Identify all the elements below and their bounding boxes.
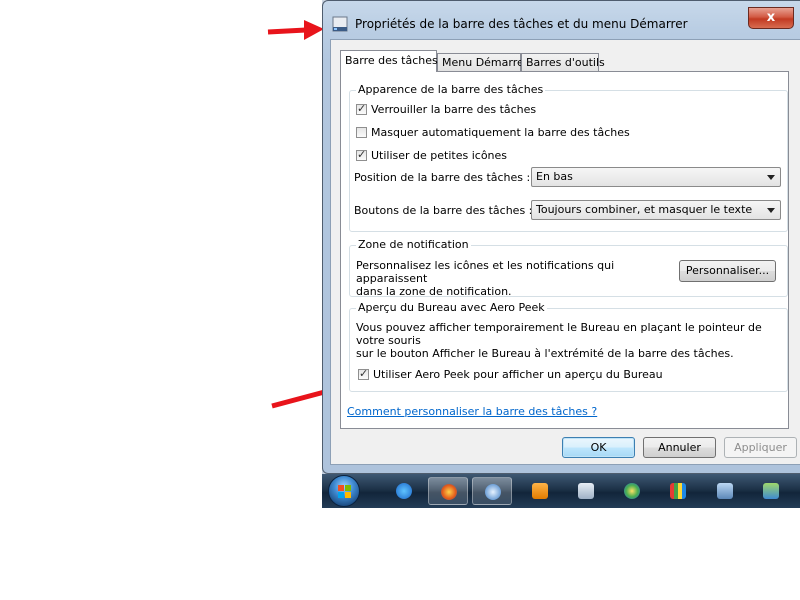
cancel-button[interactable]: Annuler [643,437,716,458]
small-icons-checkbox[interactable] [356,148,367,161]
taskbar-calculator[interactable] [566,477,606,505]
aero-peek-checkbox[interactable] [358,367,369,380]
aero-peek-desc-line1: Vous pouvez afficher temporairement le B… [356,321,762,347]
buttons-select-value: Toujours combiner, et masquer le texte [536,203,753,216]
group-appearance: Apparence de la barre des tâches Verroui… [349,83,788,232]
small-icons-label: Utiliser de petites icônes [371,149,508,162]
lock-taskbar-row[interactable]: Verrouiller la barre des tâches [356,102,537,116]
tab-start-menu[interactable]: Menu Démarrer [437,53,528,71]
calculator-icon [578,483,594,499]
position-select[interactable]: En bas [531,167,781,187]
autohide-checkbox[interactable] [356,127,367,138]
lock-taskbar-label: Verrouiller la barre des tâches [371,103,537,116]
taskbar-properties-dialog: Propriétés de la barre des tâches et du … [322,0,800,474]
taskbar-internet-explorer[interactable] [384,477,424,505]
chevron-down-icon [767,208,775,213]
media-player-icon [532,483,548,499]
group-appearance-title: Apparence de la barre des tâches [356,83,546,96]
firefox-icon [441,484,457,500]
group-aero-peek-title: Aperçu du Bureau avec Aero Peek [356,301,547,314]
group-aero-peek: Aperçu du Bureau avec Aero Peek Vous pou… [349,301,788,392]
dialog-client-area: Barre des tâches Menu Démarrer Barres d'… [330,39,800,465]
taskbar-games[interactable] [658,477,698,505]
small-icons-row[interactable]: Utiliser de petites icônes [356,148,508,162]
windows-media-icon [624,483,640,499]
taskbar-remote-desktop[interactable] [705,477,745,505]
aero-peek-desc-line2: sur le bouton Afficher le Bureau à l'ext… [356,347,734,360]
thunderbird-icon [485,484,501,500]
aero-peek-row[interactable]: Utiliser Aero Peek pour afficher un aper… [358,367,663,381]
tab-panel-taskbar: Apparence de la barre des tâches Verroui… [340,71,789,429]
windows-taskbar [322,474,800,508]
group-notification: Zone de notification Personnalisez les i… [349,238,788,298]
taskbar-media-player[interactable] [520,477,560,505]
buttons-label: Boutons de la barre des tâches : [354,204,533,217]
autohide-label: Masquer automatiquement la barre des tâc… [371,126,630,139]
lock-taskbar-checkbox[interactable] [356,102,367,115]
taskbar-windows-media[interactable] [612,477,652,505]
help-link[interactable]: Comment personnaliser la barre des tâche… [347,405,597,418]
annotation-arrow-title [267,20,324,40]
notification-desc-line2: dans la zone de notification. [356,285,512,298]
customize-button[interactable]: Personnaliser... [679,260,776,282]
chevron-down-icon [767,175,775,180]
group-notification-title: Zone de notification [356,238,471,251]
network-icon [763,483,779,499]
taskbar-properties-icon [332,16,348,32]
windows-logo-icon [338,485,351,498]
internet-explorer-icon [396,483,412,499]
taskbar-thunderbird[interactable] [472,477,512,505]
autohide-row[interactable]: Masquer automatiquement la barre des tâc… [356,126,630,139]
notification-description: Personnalisez les icônes et les notifica… [356,259,676,298]
games-icon [670,483,686,499]
position-label: Position de la barre des tâches : [354,171,531,184]
ok-button[interactable]: OK [562,437,635,458]
start-button[interactable] [328,475,360,507]
window-title: Propriétés de la barre des tâches et du … [355,17,688,31]
buttons-select[interactable]: Toujours combiner, et masquer le texte [531,200,781,220]
notification-desc-line1: Personnalisez les icônes et les notifica… [356,259,615,285]
position-select-value: En bas [536,170,573,183]
aero-peek-label: Utiliser Aero Peek pour afficher un aper… [373,368,663,381]
aero-peek-description: Vous pouvez afficher temporairement le B… [356,321,786,360]
tab-toolbars[interactable]: Barres d'outils [521,53,605,71]
taskbar-network[interactable] [751,477,791,505]
close-button[interactable]: x [748,7,794,29]
apply-button[interactable]: Appliquer [724,437,797,458]
tab-taskbar[interactable]: Barre des tâches [340,50,438,72]
taskbar-firefox[interactable] [428,477,468,505]
remote-desktop-icon [717,483,733,499]
